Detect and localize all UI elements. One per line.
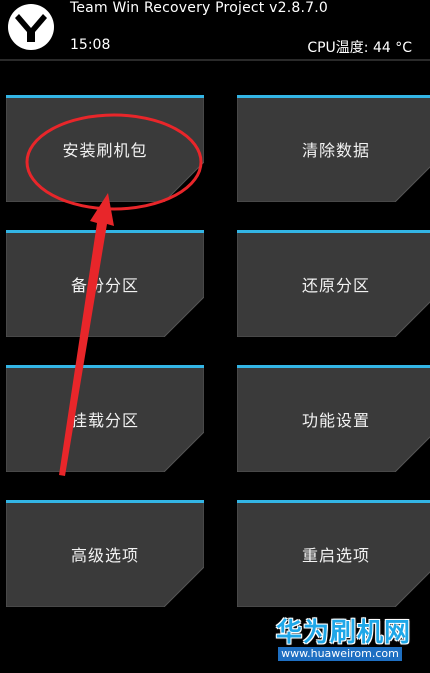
watermark-title: 华为刷机网	[276, 618, 412, 648]
restore-button[interactable]: 还原分区	[237, 230, 430, 337]
watermark-url: www.huaweirom.com	[278, 647, 402, 661]
mount-label: 挂载分区	[70, 410, 139, 430]
install-button[interactable]: 安装刷机包	[6, 95, 204, 202]
backup-button[interactable]: 备份分区	[6, 230, 204, 337]
wipe-label: 清除数据	[301, 140, 370, 160]
settings-button[interactable]: 功能设置	[237, 365, 430, 472]
install-label: 安装刷机包	[62, 140, 148, 160]
backup-label: 备份分区	[70, 275, 139, 295]
restore-label: 还原分区	[301, 275, 370, 295]
reboot-label: 重启选项	[301, 545, 370, 565]
mount-button[interactable]: 挂载分区	[6, 365, 204, 472]
app-title: Team Win Recovery Project v2.8.7.0	[70, 0, 328, 16]
cpu-temperature: CPU温度: 44 °C	[307, 40, 412, 56]
header-divider	[0, 59, 430, 61]
advanced-label: 高级选项	[70, 545, 139, 565]
twrp-logo-icon	[8, 4, 54, 50]
clock: 15:08	[70, 37, 111, 53]
watermark: 华为刷机网 www.huaweirom.com	[272, 612, 422, 662]
wipe-button[interactable]: 清除数据	[237, 95, 430, 202]
advanced-button[interactable]: 高级选项	[6, 500, 204, 607]
header: Team Win Recovery Project v2.8.7.0 15:08…	[0, 0, 430, 58]
settings-label: 功能设置	[301, 410, 370, 430]
reboot-button[interactable]: 重启选项	[237, 500, 430, 607]
